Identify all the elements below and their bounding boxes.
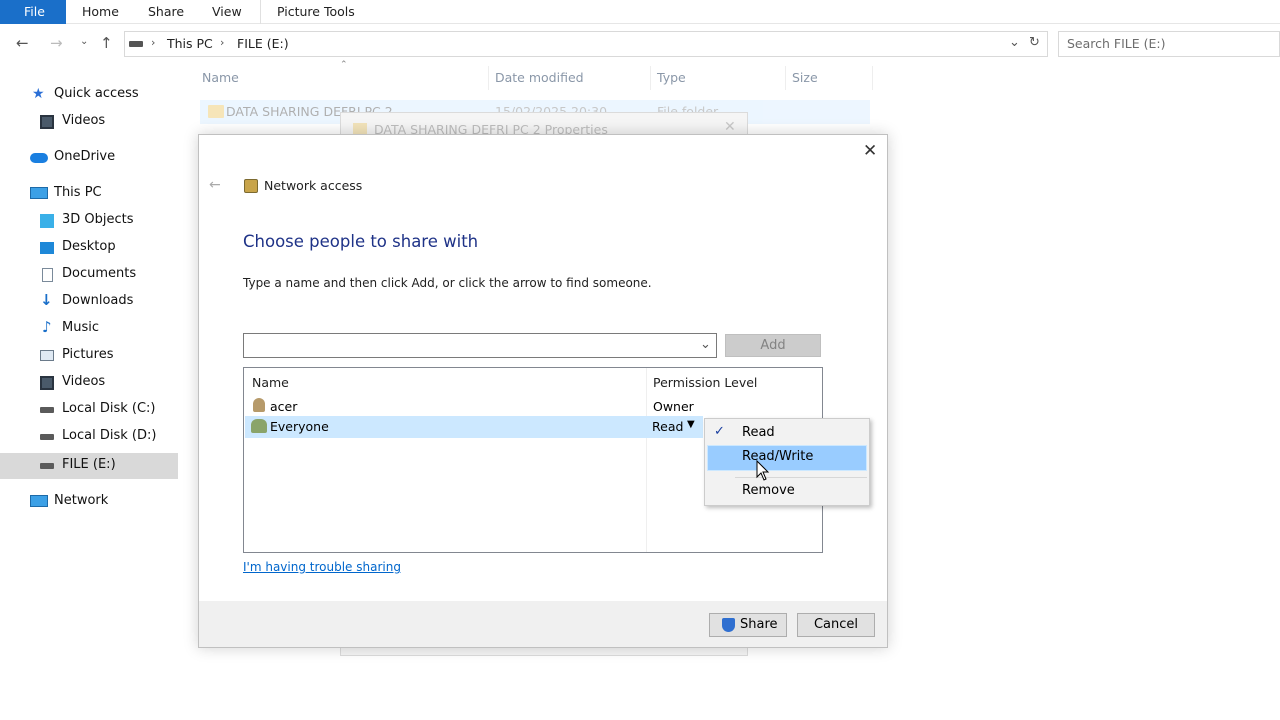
- star-icon: ★: [32, 86, 45, 102]
- group-icon: [251, 419, 267, 433]
- forward-arrow-icon[interactable]: →: [50, 34, 63, 52]
- share-button[interactable]: Share: [709, 613, 787, 637]
- tab-file[interactable]: File: [0, 0, 66, 24]
- network-access-dialog: ✕ ← Network access Choose people to shar…: [198, 134, 888, 648]
- tab-picture-tools[interactable]: Picture Tools: [260, 0, 371, 24]
- dialog-title: Network access: [264, 178, 363, 193]
- list-header-name[interactable]: Name: [252, 375, 289, 390]
- list-item[interactable]: acer Owner: [245, 395, 821, 417]
- video-icon: [40, 115, 54, 129]
- search-placeholder: Search FILE (E:): [1067, 36, 1166, 51]
- sidebar-item-videos-2[interactable]: Videos: [0, 370, 178, 396]
- recent-chevron-icon[interactable]: ⌄: [80, 36, 88, 47]
- chevron-down-icon[interactable]: ⌄: [700, 337, 711, 352]
- back-arrow-icon[interactable]: ←: [209, 177, 221, 193]
- navigation-pane: ★ Quick access Videos OneDrive This PC 3…: [0, 64, 182, 720]
- drive-icon: [40, 407, 54, 413]
- user-name: acer: [270, 399, 298, 414]
- network-icon: [30, 495, 48, 507]
- caret-down-icon: ▼: [687, 419, 695, 430]
- address-bar[interactable]: › This PC › FILE (E:) ⌄ ↻: [124, 31, 1048, 57]
- sidebar-item-local-disk-d[interactable]: Local Disk (D:): [0, 424, 178, 450]
- shield-icon: [722, 618, 735, 632]
- list-item-everyone[interactable]: Everyone: [245, 416, 701, 438]
- sidebar-item-desktop[interactable]: Desktop: [0, 235, 178, 261]
- sidebar-item-downloads[interactable]: ↓ Downloads: [0, 289, 178, 315]
- network-share-icon: [244, 179, 258, 193]
- permission-dropdown[interactable]: Read ▼: [647, 416, 703, 438]
- menu-item-read[interactable]: ✓ Read: [707, 421, 867, 445]
- refresh-icon[interactable]: ↻: [1029, 35, 1040, 50]
- user-permission: Owner: [653, 399, 694, 414]
- breadcrumb-chevron-icon: ›: [151, 36, 156, 49]
- desktop-icon: [40, 242, 54, 254]
- user-icon: [253, 398, 265, 412]
- instruction-text: Type a name and then click Add, or click…: [243, 276, 652, 290]
- sidebar-item-quick-access[interactable]: ★ Quick access: [0, 82, 178, 108]
- address-dropdown-icon[interactable]: ⌄: [1009, 35, 1020, 50]
- close-icon[interactable]: ✕: [863, 141, 877, 161]
- back-arrow-icon[interactable]: ←: [16, 34, 29, 52]
- breadcrumb-this-pc[interactable]: This PC: [167, 36, 213, 51]
- trouble-sharing-link[interactable]: I'm having trouble sharing: [243, 560, 401, 574]
- check-icon: ✓: [714, 424, 725, 439]
- sidebar-item-onedrive[interactable]: OneDrive: [0, 145, 178, 171]
- sidebar-item-videos[interactable]: Videos: [0, 109, 178, 135]
- breadcrumb-chevron-icon: ›: [220, 36, 225, 49]
- cloud-icon: [30, 153, 48, 163]
- cancel-button[interactable]: Cancel: [797, 613, 875, 637]
- tab-home[interactable]: Home: [66, 0, 135, 24]
- sidebar-item-documents[interactable]: Documents: [0, 262, 178, 288]
- permission-context-menu: ✓ Read Read/Write Remove: [704, 418, 870, 506]
- document-icon: [42, 268, 53, 282]
- sidebar-item-network[interactable]: Network: [0, 489, 178, 515]
- pictures-icon: [40, 350, 54, 361]
- tab-share[interactable]: Share: [132, 0, 200, 24]
- ribbon: File Home Share View Picture Tools: [0, 0, 1280, 24]
- up-arrow-icon[interactable]: ↑: [100, 34, 113, 52]
- dialog-footer: Share Cancel: [199, 601, 887, 647]
- list-header-permission[interactable]: Permission Level: [653, 375, 757, 390]
- sidebar-item-file-e[interactable]: FILE (E:): [0, 453, 178, 479]
- sidebar-item-this-pc[interactable]: This PC: [0, 181, 178, 207]
- cube-icon: [40, 214, 54, 228]
- user-name: Everyone: [270, 419, 329, 434]
- video-icon: [40, 376, 54, 390]
- menu-item-read-write[interactable]: Read/Write: [707, 445, 867, 471]
- drive-icon: [40, 434, 54, 440]
- music-icon: ♪: [42, 318, 52, 336]
- add-button[interactable]: Add: [725, 334, 821, 357]
- menu-divider: [735, 477, 867, 478]
- sidebar-item-pictures[interactable]: Pictures: [0, 343, 178, 369]
- sidebar-item-3d-objects[interactable]: 3D Objects: [0, 208, 178, 234]
- search-input[interactable]: Search FILE (E:): [1058, 31, 1280, 57]
- sidebar-item-local-disk-c[interactable]: Local Disk (C:): [0, 397, 178, 423]
- drive-icon: [129, 41, 143, 47]
- download-icon: ↓: [40, 291, 53, 309]
- sidebar-item-music[interactable]: ♪ Music: [0, 316, 178, 342]
- breadcrumb-file-e[interactable]: FILE (E:): [237, 36, 289, 51]
- page-heading: Choose people to share with: [243, 232, 479, 251]
- mouse-cursor-icon: [756, 460, 770, 481]
- name-combo-input[interactable]: ⌄: [243, 333, 717, 358]
- tab-view[interactable]: View: [196, 0, 258, 24]
- computer-icon: [30, 187, 48, 199]
- user-permission: Read: [652, 419, 684, 434]
- menu-item-remove[interactable]: Remove: [707, 479, 867, 503]
- drive-icon: [40, 463, 54, 469]
